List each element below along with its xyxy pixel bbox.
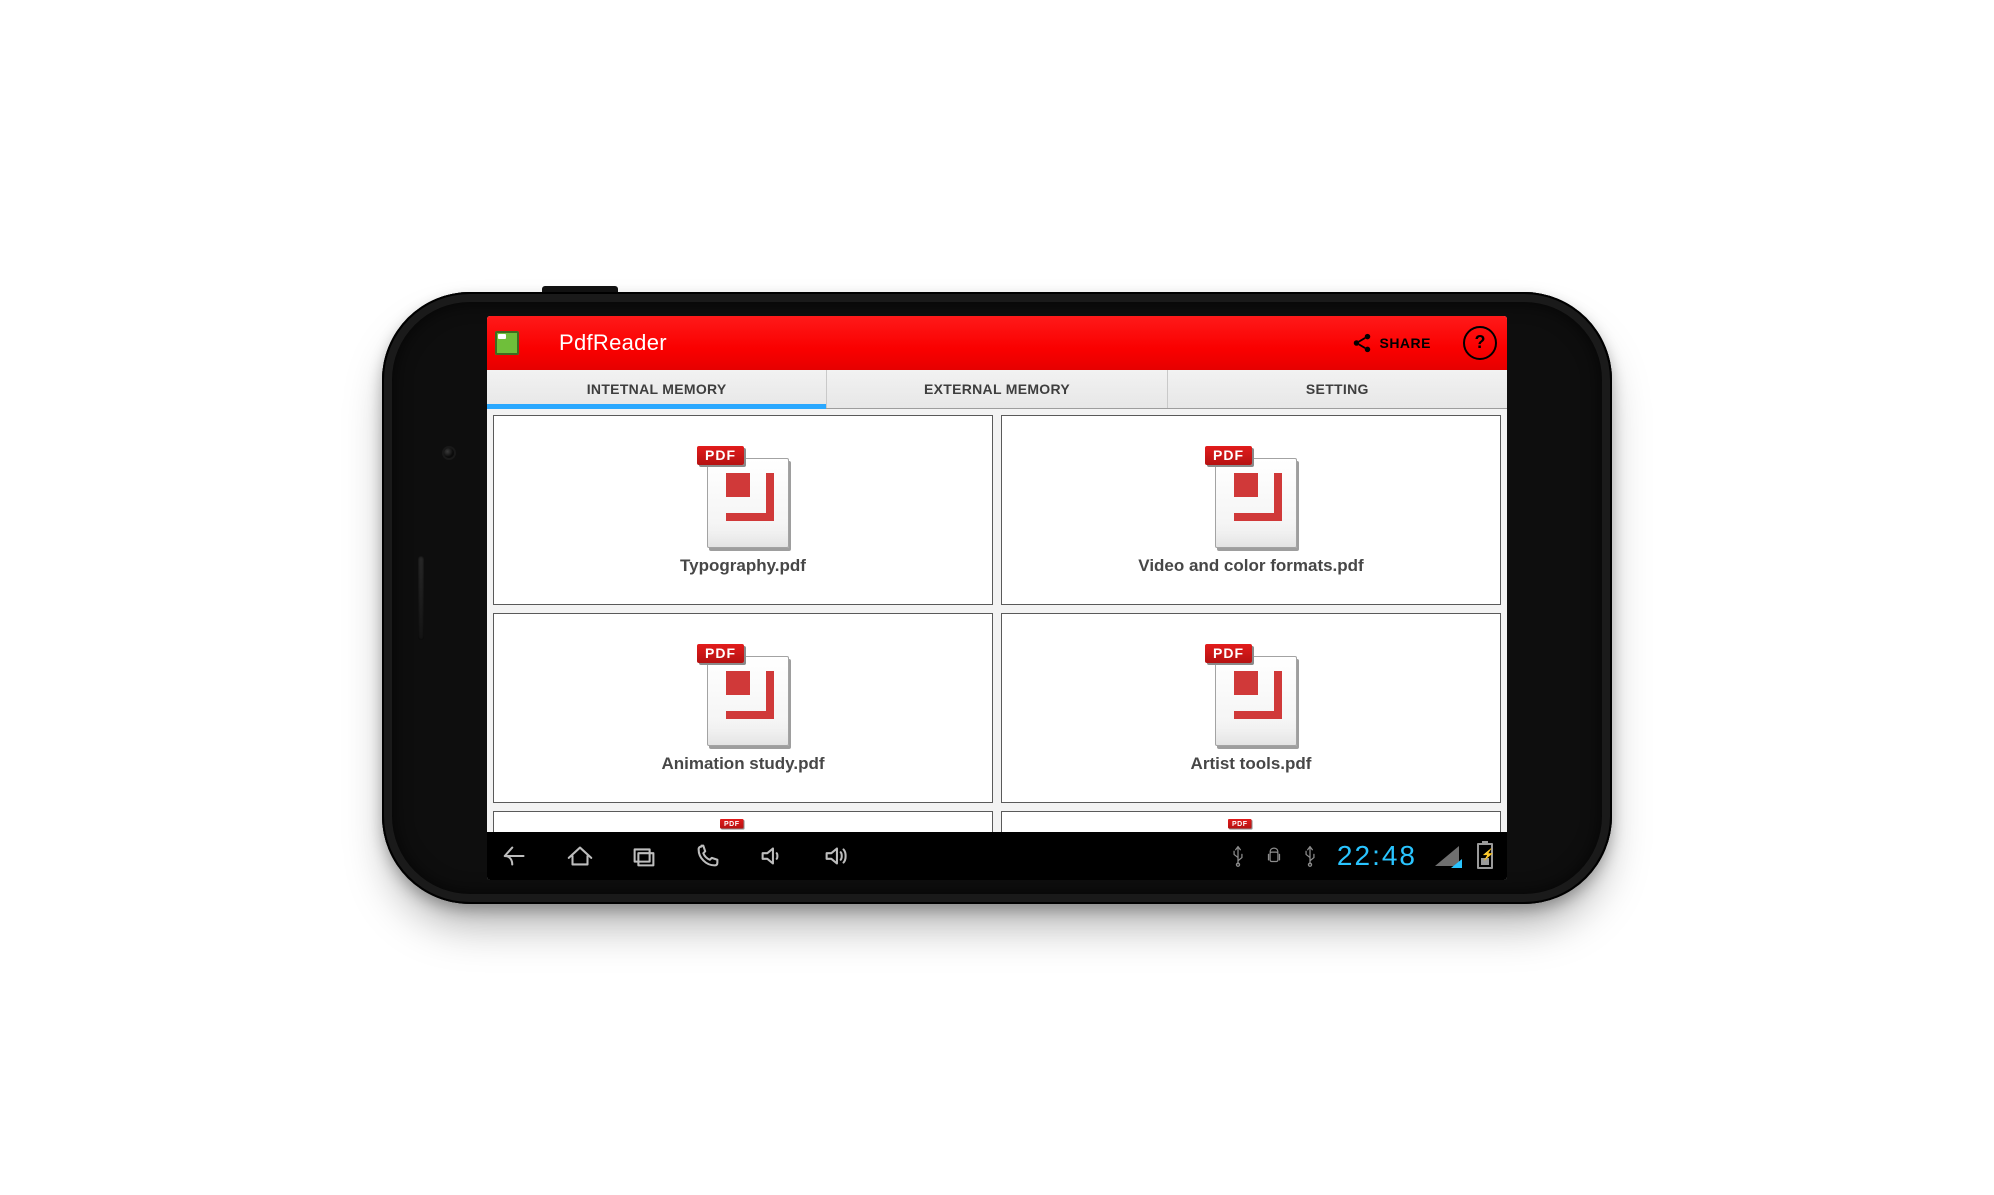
phone-frame: PdfReader SHARE ? <box>382 292 1612 904</box>
pdf-badge: PDF <box>697 644 744 663</box>
file-grid-viewport[interactable]: PDF Typography.pdf PDF Video and color f… <box>487 409 1507 832</box>
volume-up-shortcut[interactable] <box>821 841 851 871</box>
file-card[interactable]: PDF Video and color formats.pdf <box>1001 415 1501 605</box>
file-name: Video and color formats.pdf <box>1138 556 1363 576</box>
file-card[interactable]: PDF Artist tools.pdf <box>1001 613 1501 803</box>
help-button[interactable]: ? <box>1463 326 1497 360</box>
tab-external-memory[interactable]: EXTERNAL MEMORY <box>827 370 1167 408</box>
status-cluster: 22:48 ⚡ <box>1229 840 1493 872</box>
recent-apps-button[interactable] <box>629 841 659 871</box>
earpiece-grille <box>418 556 424 640</box>
pdf-file-icon: PDF <box>721 818 765 832</box>
file-card[interactable]: PDF <box>1001 811 1501 832</box>
pdf-badge: PDF <box>1205 644 1252 663</box>
tab-label: INTETNAL MEMORY <box>587 381 727 397</box>
battery-icon: ⚡ <box>1477 843 1493 869</box>
tab-bar: INTETNAL MEMORY EXTERNAL MEMORY SETTING <box>487 370 1507 409</box>
file-grid: PDF Typography.pdf PDF Video and color f… <box>493 415 1501 826</box>
usb-icon <box>1229 845 1247 867</box>
share-icon <box>1351 332 1373 354</box>
help-icon: ? <box>1475 332 1486 353</box>
pdf-file-icon: PDF <box>1207 444 1295 546</box>
file-card[interactable]: PDF Typography.pdf <box>493 415 993 605</box>
system-bar: 22:48 ⚡ <box>487 832 1507 880</box>
app-icon <box>495 331 519 355</box>
tab-setting[interactable]: SETTING <box>1168 370 1507 408</box>
back-button[interactable] <box>501 841 531 871</box>
android-icon <box>1265 845 1283 867</box>
home-button[interactable] <box>565 841 595 871</box>
nav-cluster <box>501 841 851 871</box>
back-icon <box>501 841 531 871</box>
home-icon <box>565 841 595 871</box>
pdf-badge: PDF <box>720 819 744 829</box>
device-screen: PdfReader SHARE ? <box>487 316 1507 880</box>
debug-indicator <box>1265 845 1283 867</box>
pdf-badge: PDF <box>1205 446 1252 465</box>
app-root: PdfReader SHARE ? <box>487 316 1507 880</box>
file-name: Artist tools.pdf <box>1191 754 1312 774</box>
recent-icon <box>629 841 659 871</box>
volume-down-shortcut[interactable] <box>757 841 787 871</box>
volume-high-icon <box>821 841 851 871</box>
tab-label: EXTERNAL MEMORY <box>924 381 1070 397</box>
pdf-file-icon: PDF <box>699 444 787 546</box>
signal-icon <box>1435 846 1459 866</box>
stage: PdfReader SHARE ? <box>0 0 1994 1195</box>
pdf-file-icon: PDF <box>1229 818 1273 832</box>
volume-low-icon <box>757 841 787 871</box>
action-bar: PdfReader SHARE ? <box>487 316 1507 370</box>
file-name: Animation study.pdf <box>661 754 824 774</box>
phone-icon <box>693 841 723 871</box>
pdf-file-icon: PDF <box>1207 642 1295 744</box>
front-camera <box>444 448 454 458</box>
usb-icon <box>1301 845 1319 867</box>
pdf-file-icon: PDF <box>699 642 787 744</box>
share-label: SHARE <box>1379 335 1431 351</box>
tab-label: SETTING <box>1306 381 1369 397</box>
pdf-badge: PDF <box>697 446 744 465</box>
share-button[interactable]: SHARE <box>1351 332 1431 354</box>
tab-internal-memory[interactable]: INTETNAL MEMORY <box>487 370 827 408</box>
file-card[interactable]: PDF Animation study.pdf <box>493 613 993 803</box>
pdf-badge: PDF <box>1228 819 1252 829</box>
file-name: Typography.pdf <box>680 556 806 576</box>
status-clock: 22:48 <box>1337 840 1417 872</box>
power-button <box>542 286 618 292</box>
usb-indicator-1 <box>1229 845 1247 867</box>
app-title: PdfReader <box>559 330 667 356</box>
usb-indicator-2 <box>1301 845 1319 867</box>
file-card[interactable]: PDF <box>493 811 993 832</box>
phone-shortcut[interactable] <box>693 841 723 871</box>
